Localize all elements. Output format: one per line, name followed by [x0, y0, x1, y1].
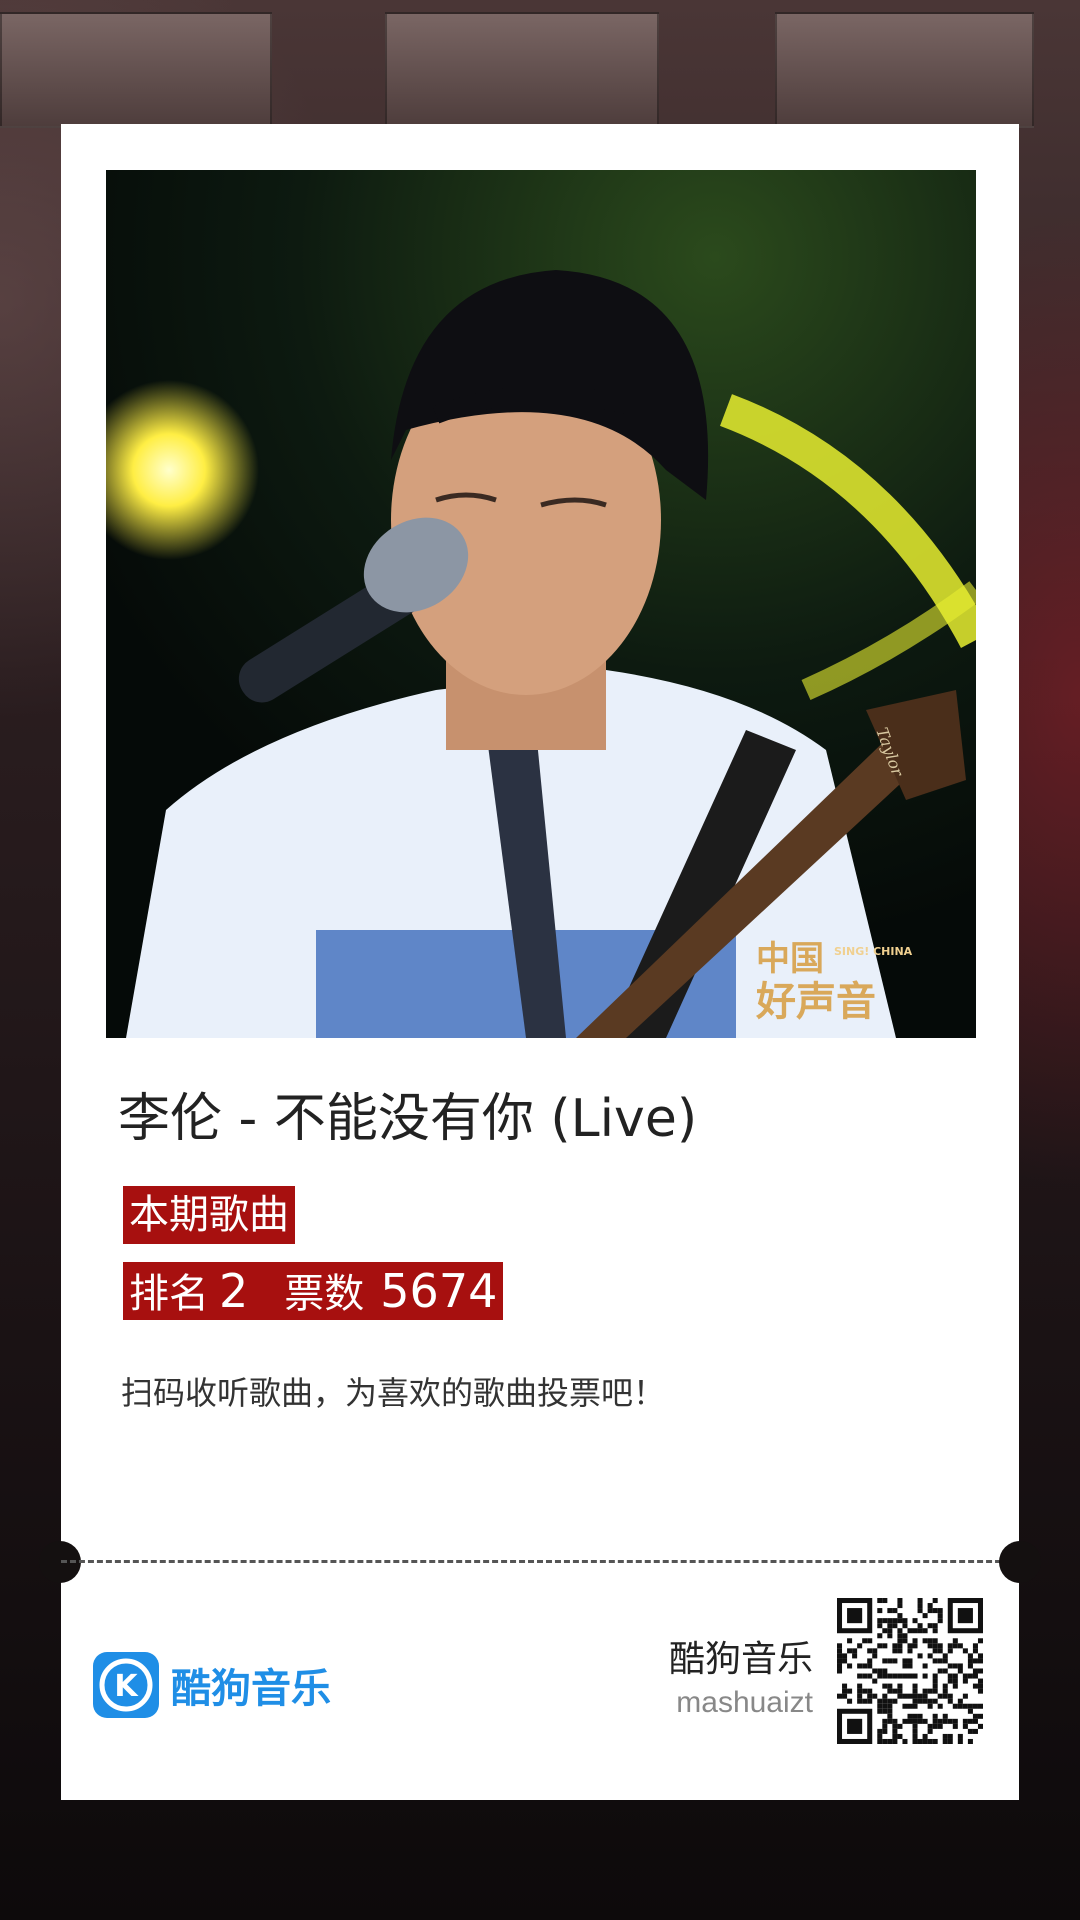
show-watermark-name: 好声音: [755, 979, 876, 1025]
background-block: [385, 12, 659, 128]
singer-photo: 中国 好声音 SING! CHINA Taylor: [106, 170, 976, 1038]
kugou-logo-text: 酷狗音乐: [171, 1666, 331, 1712]
kugou-logo: K 酷狗音乐: [93, 1652, 331, 1718]
background-block: [775, 12, 1034, 128]
kugou-k-icon: K: [93, 1652, 159, 1718]
brand-name: 酷狗音乐: [668, 1639, 813, 1680]
rank-value: 2: [219, 1264, 249, 1318]
ticket-perforation: [61, 1560, 1019, 1567]
song-ticket-card: 中国 好声音 SING! CHINA Taylor 李伦 - 不能没有你 (Li…: [39, 124, 1041, 1800]
current-period-badge: 本期歌曲: [123, 1186, 295, 1244]
votes-label: 票数: [284, 1271, 365, 1317]
ticket-notch-right: [999, 1541, 1041, 1583]
rank-votes-badge: 排名 2 票数 5674: [123, 1262, 504, 1320]
current-period-label: 本期歌曲: [129, 1192, 289, 1238]
background-block: [0, 12, 272, 128]
qr-code-icon[interactable]: [837, 1598, 983, 1744]
singer-photo-illustration: 中国 好声音 SING! CHINA Taylor: [106, 170, 976, 1038]
song-title: 李伦 - 不能没有你 (Live): [118, 1089, 698, 1149]
rank-label: 排名: [129, 1271, 209, 1317]
votes-value: 5674: [380, 1264, 498, 1318]
show-watermark: 中国: [756, 939, 824, 979]
show-watermark-english: SING! CHINA: [834, 945, 913, 958]
brand-id: mashuaizt: [676, 1686, 813, 1719]
svg-text:K: K: [114, 1669, 139, 1704]
vote-prompt: 扫码收听歌曲，为喜欢的歌曲投票吧！: [121, 1374, 666, 1412]
